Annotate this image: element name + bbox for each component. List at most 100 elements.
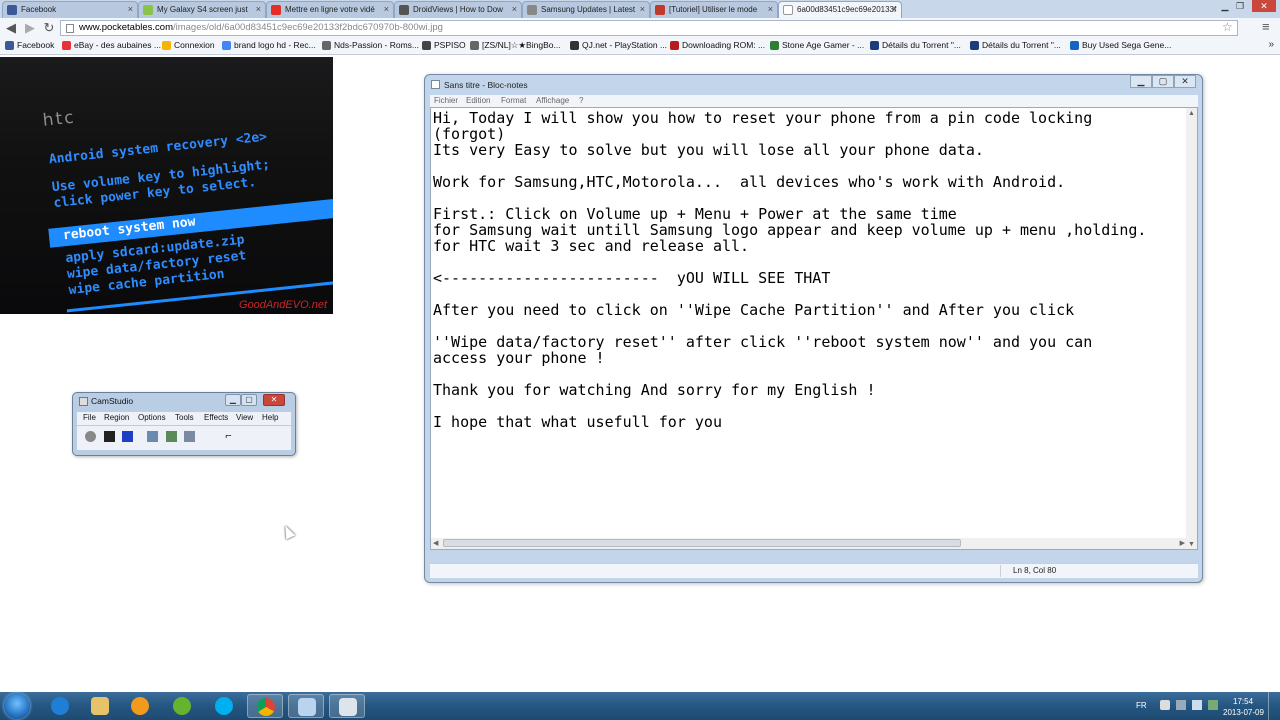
- region-icon[interactable]: [147, 431, 158, 442]
- menu-edition[interactable]: Edition: [466, 96, 490, 105]
- record-icon[interactable]: [85, 431, 96, 442]
- clock-time[interactable]: 17:54: [1233, 697, 1253, 706]
- tab-label: 6a00d83451c9ec69e20133f: [797, 5, 897, 14]
- annotation-icon[interactable]: [166, 431, 177, 442]
- menu-format[interactable]: Format: [501, 96, 526, 105]
- utorrent-icon: [173, 697, 191, 715]
- volume-icon[interactable]: [1192, 700, 1202, 710]
- tab-close-icon[interactable]: ×: [128, 4, 133, 14]
- start-button-icon[interactable]: [4, 693, 30, 719]
- show-desktop-button[interactable]: [1268, 692, 1280, 720]
- document-text[interactable]: Hi, Today I will show you how to reset y…: [433, 110, 1183, 430]
- tray-arrow-icon[interactable]: [1160, 700, 1170, 710]
- horizontal-scroll-thumb[interactable]: [443, 539, 961, 547]
- tab-facebook[interactable]: Facebook ×: [2, 1, 138, 18]
- clock-date[interactable]: 2013-07-09: [1223, 708, 1264, 717]
- bookmark-label: [ZS/NL]☆★BingBo...: [482, 40, 561, 50]
- tab-close-icon[interactable]: ×: [892, 4, 897, 14]
- browser-toolbar: ◀ ▶ ↻ www.pocketables.com/images/old/6a0…: [0, 18, 1280, 38]
- bookmark-item[interactable]: brand logo hd - Rec...: [222, 40, 316, 50]
- bookmark-item[interactable]: Facebook: [5, 40, 54, 50]
- taskbar-media-player[interactable]: [122, 694, 158, 718]
- tab-droidviews[interactable]: DroidViews | How to Dow ×: [394, 1, 522, 18]
- bookmark-item[interactable]: Détails du Torrent "...: [970, 40, 1061, 50]
- stop-icon[interactable]: [122, 431, 133, 442]
- language-indicator[interactable]: FR: [1136, 701, 1147, 710]
- bookmark-item[interactable]: Détails du Torrent "...: [870, 40, 961, 50]
- taskbar-skype[interactable]: [206, 694, 242, 718]
- vertical-scrollbar[interactable]: ▲ ▼: [1186, 108, 1197, 549]
- htc-logo: htc: [41, 107, 77, 131]
- site-favicon-icon: [570, 41, 579, 50]
- minimize-icon[interactable]: ▁: [225, 394, 241, 406]
- address-bar[interactable]: www.pocketables.com/images/old/6a00d8345…: [60, 20, 1238, 36]
- notepad-titlebar[interactable]: Sans titre - Bloc-notes ▁ ▢ ✕: [425, 75, 1202, 95]
- bookmark-item[interactable]: Downloading ROM: ...: [670, 40, 765, 50]
- more-bookmarks-icon[interactable]: »: [1268, 39, 1274, 50]
- menu-options[interactable]: Options: [138, 413, 166, 422]
- network-icon[interactable]: [1176, 700, 1186, 710]
- taskbar-chrome[interactable]: [247, 694, 283, 718]
- tab-label: Samsung Updates | Latest: [541, 5, 636, 14]
- wrench-menu-icon[interactable]: ≡: [1262, 19, 1270, 34]
- taskbar-ie[interactable]: [42, 694, 78, 718]
- menu-effects[interactable]: Effects: [204, 413, 228, 422]
- tab-label: My Galaxy S4 screen just: [157, 5, 248, 14]
- scroll-up-icon[interactable]: ▲: [1188, 110, 1195, 117]
- pause-icon[interactable]: [104, 431, 115, 442]
- tab-close-icon[interactable]: ×: [256, 4, 261, 14]
- maximize-icon[interactable]: ▢: [241, 394, 257, 406]
- tab-youtube-upload[interactable]: Mettre en ligne votre vidé ×: [266, 1, 394, 18]
- maximize-icon[interactable]: ▢: [1152, 75, 1174, 88]
- bookmark-item[interactable]: Stone Age Gamer - ...: [770, 40, 864, 50]
- notepad-text-area[interactable]: Hi, Today I will show you how to reset y…: [430, 107, 1198, 550]
- menu-fichier[interactable]: Fichier: [434, 96, 458, 105]
- tab-close-icon[interactable]: ×: [768, 4, 773, 14]
- menu-region[interactable]: Region: [104, 413, 129, 422]
- taskbar-notepad[interactable]: [288, 694, 324, 718]
- back-arrow-icon[interactable]: ◀: [3, 20, 19, 36]
- minimize-icon[interactable]: ▁: [1218, 0, 1232, 12]
- forward-arrow-icon[interactable]: ▶: [22, 20, 38, 36]
- menu-affichage[interactable]: Affichage: [536, 96, 569, 105]
- autopan-icon[interactable]: ⌐: [222, 430, 235, 443]
- tab-tutoriel[interactable]: [Tutoriel] Utiliser le mode ×: [650, 1, 778, 18]
- webcam-icon[interactable]: [184, 431, 195, 442]
- bookmark-item[interactable]: Connexion: [162, 40, 215, 50]
- tab-label: DroidViews | How to Dow: [413, 5, 503, 14]
- close-icon[interactable]: ✕: [263, 394, 285, 406]
- minimize-icon[interactable]: ▁: [1130, 75, 1152, 88]
- tab-close-icon[interactable]: ×: [512, 4, 517, 14]
- bookmark-item[interactable]: Nds-Passion - Roms...: [322, 40, 419, 50]
- tab-close-icon[interactable]: ×: [384, 4, 389, 14]
- reload-icon[interactable]: ↻: [41, 20, 57, 36]
- bookmark-item[interactable]: Buy Used Sega Gene...: [1070, 40, 1171, 50]
- horizontal-scrollbar[interactable]: ◀ ▶: [431, 538, 1187, 549]
- taskbar-explorer[interactable]: [82, 694, 118, 718]
- bookmark-item[interactable]: PSPISO: [422, 40, 466, 50]
- scroll-right-icon[interactable]: ▶: [1180, 539, 1185, 547]
- close-icon[interactable]: ✕: [1174, 75, 1196, 88]
- tab-galaxy-s4[interactable]: My Galaxy S4 screen just ×: [138, 1, 266, 18]
- close-icon[interactable]: ✕: [1252, 0, 1276, 12]
- taskbar-utorrent[interactable]: [164, 694, 200, 718]
- bookmark-star-icon[interactable]: ☆: [1222, 20, 1233, 34]
- scroll-down-icon[interactable]: ▼: [1188, 541, 1195, 548]
- tab-current-image[interactable]: 6a00d83451c9ec69e20133f ×: [778, 1, 902, 18]
- bookmark-label: Détails du Torrent "...: [882, 40, 961, 50]
- tab-close-icon[interactable]: ×: [640, 4, 645, 14]
- menu-file[interactable]: File: [83, 413, 96, 422]
- menu-help[interactable]: ?: [579, 96, 583, 105]
- bookmark-item[interactable]: [ZS/NL]☆★BingBo...: [470, 40, 561, 51]
- menu-view[interactable]: View: [236, 413, 253, 422]
- tab-samsung-updates[interactable]: Samsung Updates | Latest ×: [522, 1, 650, 18]
- scroll-left-icon[interactable]: ◀: [433, 539, 438, 547]
- taskbar-camstudio[interactable]: [329, 694, 365, 718]
- menu-help[interactable]: Help: [262, 413, 278, 422]
- restore-icon[interactable]: ❐: [1233, 0, 1247, 12]
- tray-app-icon[interactable]: [1208, 700, 1218, 710]
- camstudio-app-icon: [79, 397, 88, 406]
- bookmark-item[interactable]: QJ.net - PlayStation ...: [570, 40, 667, 50]
- bookmark-item[interactable]: eBay - des aubaines ...: [62, 40, 161, 50]
- menu-tools[interactable]: Tools: [175, 413, 194, 422]
